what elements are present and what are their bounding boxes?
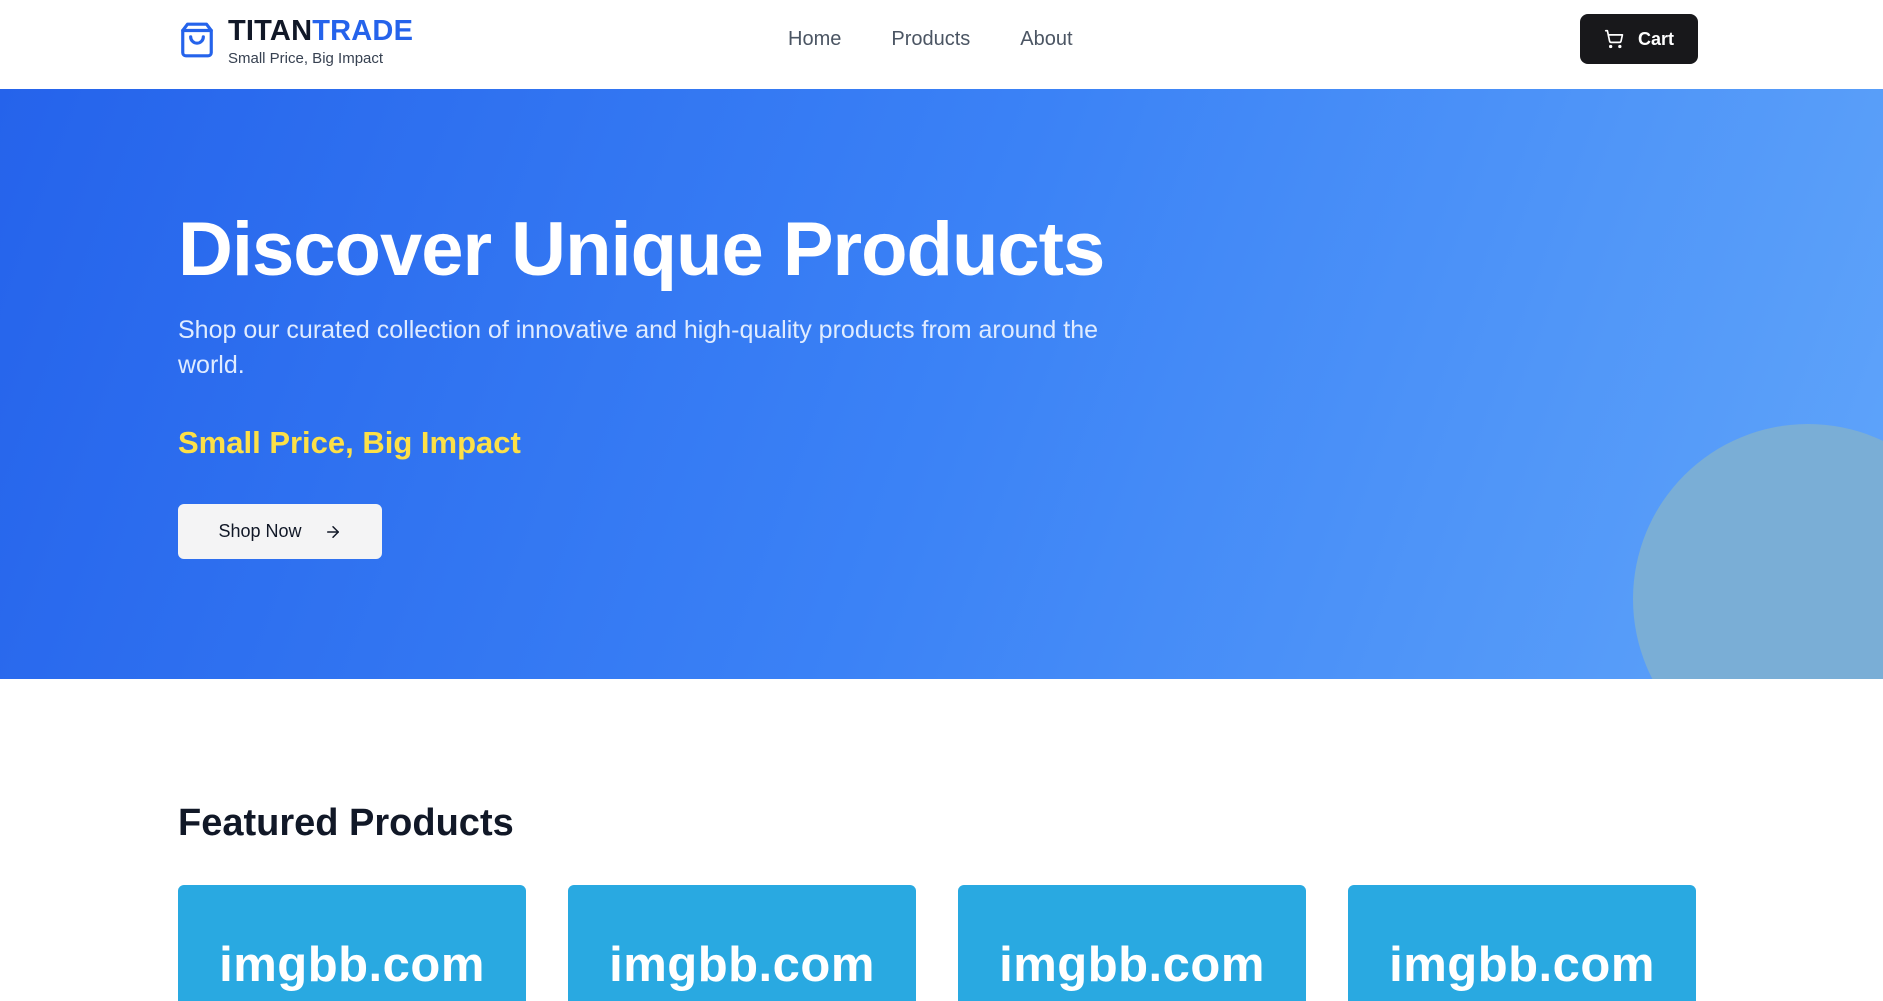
hero-decorative-circle [1633,424,1883,679]
product-card[interactable]: imgbb.com [958,885,1306,1001]
hero-title: Discover Unique Products [178,207,1105,292]
product-card[interactable]: imgbb.com [178,885,526,1001]
arrow-right-icon [326,525,339,538]
main-nav: Home Products About [788,26,1073,52]
product-card[interactable]: imgbb.com [1348,885,1696,1001]
hero-subtitle: Shop our curated collection of innovativ… [178,316,1099,379]
product-image-placeholder: imgbb.com [219,938,485,992]
hero-banner: Discover Unique Products Shop our curate… [0,89,1883,679]
nav-item-about[interactable]: About [1020,26,1072,52]
brand-tagline: Small Price, Big Impact [228,50,384,67]
featured-products-heading: Featured Products [178,802,514,844]
brand-name-part2: TRADE [312,15,414,47]
brand-name: TITANTRADE [228,16,413,46]
hero-tagline: Small Price, Big Impact [178,425,521,460]
shopping-bag-icon [181,22,213,58]
cart-label: Cart [1637,28,1674,49]
product-image-placeholder: imgbb.com [609,938,875,992]
shop-now-label: Shop Now [218,521,302,541]
site-header: TITANTRADE Small Price, Big Impact Home … [0,0,1883,89]
featured-products-grid: imgbb.com imgbb.com imgbb.com imgbb.com [178,885,1696,1001]
product-image-placeholder: imgbb.com [999,938,1265,992]
shop-now-button[interactable]: Shop Now [178,504,382,559]
product-image-placeholder: imgbb.com [1389,938,1655,992]
cart-button[interactable]: Cart [1580,14,1698,64]
cart-icon [1604,29,1624,49]
product-card[interactable]: imgbb.com [568,885,916,1001]
nav-item-products[interactable]: Products [891,26,970,52]
brand-logo[interactable]: TITANTRADE Small Price, Big Impact [178,16,413,72]
nav-item-home[interactable]: Home [788,26,841,52]
brand-name-part1: TITAN [228,15,313,47]
